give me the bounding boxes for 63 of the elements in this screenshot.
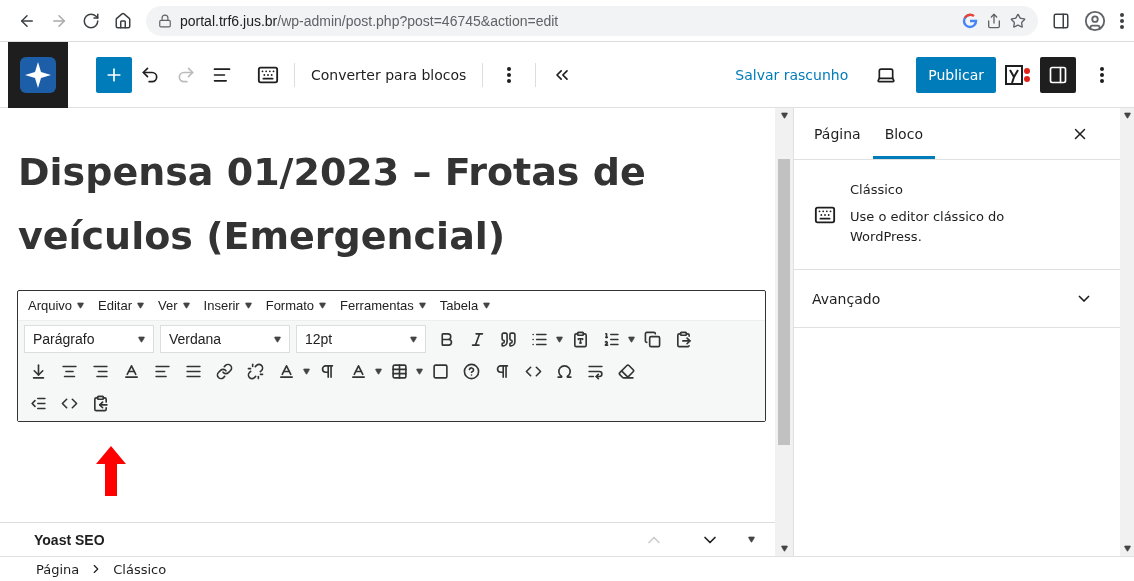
breadcrumb-item[interactable]: Clássico [113, 561, 167, 577]
more-icon [1120, 12, 1124, 29]
caret-icon [628, 335, 635, 343]
post-title[interactable]: Dispensa 01/2023 – Frotas de veículos (Emergencial) [18, 140, 757, 268]
annotation-arrow [95, 446, 127, 496]
lock-icon [158, 13, 172, 28]
breadcrumb-item[interactable]: Página [36, 561, 80, 577]
profile-icon [1084, 9, 1106, 32]
caret-icon [137, 302, 145, 309]
add-block-button[interactable] [96, 56, 132, 93]
caret-icon [303, 367, 310, 375]
scrollbar-thumb[interactable] [778, 159, 790, 445]
caret-icon [780, 545, 788, 552]
caret-icon [319, 302, 327, 309]
block-description: Use o editor clássico do WordPress. [850, 208, 1006, 246]
format-select[interactable]: 12pt [296, 325, 426, 353]
caret-icon [780, 112, 788, 119]
google-icon [962, 12, 978, 29]
menu-item[interactable]: Ferramentas [340, 298, 426, 313]
menu-item[interactable]: Tabela [439, 298, 491, 313]
block-name: Clássico [850, 182, 904, 197]
convert-button[interactable]: Converter para blocos [303, 56, 475, 93]
caret-icon [244, 302, 252, 309]
caret-icon [138, 335, 145, 343]
share-icon [986, 12, 1002, 29]
settings-button[interactable] [1040, 56, 1076, 93]
undo-icon [140, 64, 160, 85]
chevron-down-icon [1078, 295, 1090, 302]
caret-icon [418, 302, 426, 309]
publish-button[interactable]: Publicar [916, 56, 996, 93]
panel-title: Yoast SEO [34, 531, 105, 548]
format-select[interactable]: Verdana [160, 325, 290, 353]
more-icon [1100, 66, 1104, 83]
seo-plugin-icon[interactable] [1004, 62, 1032, 87]
caret-icon [77, 302, 85, 309]
caret-icon [556, 335, 563, 343]
caret-icon [182, 302, 190, 309]
reload-icon [82, 11, 100, 30]
site-logo[interactable] [8, 41, 68, 108]
panel-icon [1048, 64, 1068, 85]
save-draft-button[interactable]: Salvar rascunho [727, 56, 857, 93]
redo-icon [176, 64, 196, 85]
sidebar-tab[interactable]: Bloco [872, 108, 935, 159]
sidebar-tab[interactable]: Página [802, 108, 873, 159]
caret-icon [274, 335, 281, 343]
menu-item[interactable]: Arquivo [28, 298, 85, 313]
star-icon [1010, 12, 1026, 29]
home-icon [114, 11, 132, 30]
menu-item[interactable]: Inserir [203, 298, 252, 313]
side-panel-icon [1052, 11, 1070, 30]
caret-icon [416, 367, 423, 375]
menu-item[interactable]: Ver [158, 298, 190, 313]
caret-icon [483, 302, 491, 309]
menu-item[interactable]: Formato [265, 298, 327, 313]
format-select[interactable]: Parágrafo [24, 325, 154, 353]
caret-icon [1123, 112, 1131, 119]
address-bar[interactable]: portal.trf6.jus.br/wp-admin/post.php?post=46745&action=edit [146, 5, 1038, 36]
caret-icon [1123, 545, 1131, 552]
caret-icon [375, 367, 382, 375]
caret-icon [748, 536, 755, 543]
menu-item[interactable]: Editar [98, 298, 145, 313]
caret-icon [410, 335, 417, 343]
more-icon [507, 66, 512, 83]
